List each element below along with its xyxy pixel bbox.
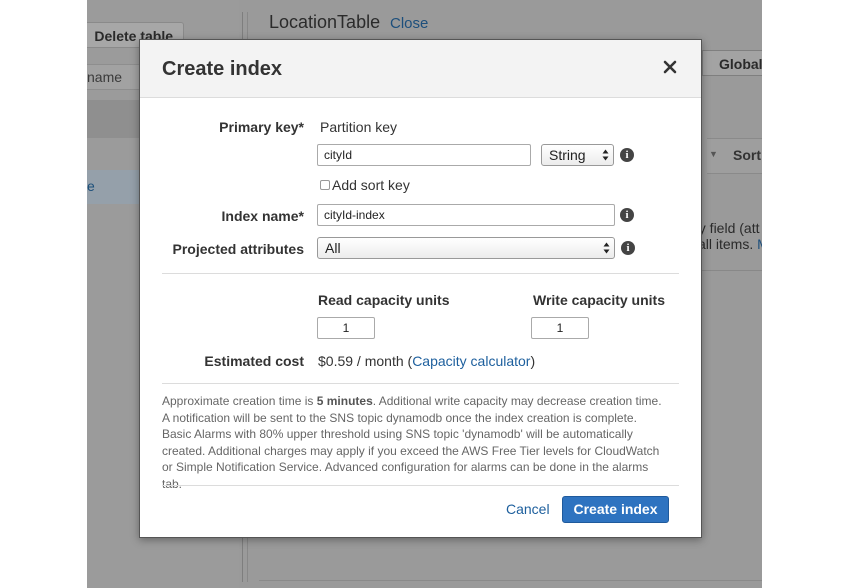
add-sort-key-label: Add sort key (332, 177, 410, 193)
key-type-value: String (549, 147, 586, 163)
create-index-button[interactable]: Create index (562, 496, 669, 523)
divider (259, 580, 762, 581)
sort-column-label: Sort (733, 147, 761, 163)
select-arrows-icon (603, 242, 610, 254)
table-title: LocationTable (269, 12, 381, 32)
partition-key-input[interactable] (317, 144, 531, 166)
partition-key-label: Partition key (320, 119, 398, 135)
dialog-title: Create index (162, 58, 283, 80)
projected-attributes-label: Projected attributes (172, 241, 304, 257)
empty-state-text: all items. M (698, 236, 762, 252)
info-icon[interactable]: i (620, 208, 634, 222)
divider (162, 485, 679, 486)
dialog-header: Create index (140, 40, 701, 98)
close-icon[interactable] (660, 57, 680, 77)
estimated-cost-label: Estimated cost (204, 353, 304, 369)
alarms-note-text: Basic Alarms with 80% upper threshold us… (162, 427, 660, 491)
projected-attributes-select[interactable]: All (317, 237, 615, 259)
empty-state-text-pre: all items. (698, 236, 754, 252)
create-index-dialog: Create index Primary key* Partition key … (139, 39, 702, 538)
filter-placeholder: name (87, 69, 123, 85)
add-sort-key-checkbox[interactable] (320, 180, 330, 190)
capacity-calculator-link[interactable]: Capacity calculator (412, 353, 530, 369)
chevron-down-icon: ▼ (709, 149, 718, 159)
note-text: Approximate creation time is (162, 394, 317, 408)
write-capacity-label: Write capacity units (533, 292, 666, 308)
divider (162, 273, 679, 274)
creation-info-note: Approximate creation time is 5 minutes. … (162, 393, 662, 492)
estimated-cost-amount: $0.59 / month (318, 353, 404, 369)
tab-global: Global (702, 50, 762, 76)
close-link: Close (390, 15, 429, 32)
read-capacity-label: Read capacity units (318, 292, 450, 308)
selected-table-name: e (87, 178, 95, 194)
projected-attributes-value: All (325, 240, 341, 256)
index-name-label: Index name* (221, 208, 304, 224)
divider (162, 383, 679, 384)
empty-state-link: M (757, 236, 762, 252)
note-creation-time: 5 minutes (316, 394, 373, 408)
cancel-button[interactable]: Cancel (506, 501, 550, 517)
select-arrows-icon (602, 149, 609, 161)
read-capacity-input[interactable]: 1 (317, 317, 375, 339)
sort-column-header: ▼ Sort (707, 138, 762, 174)
primary-key-label: Primary key* (219, 119, 304, 135)
info-icon[interactable]: i (620, 148, 634, 162)
index-name-input[interactable] (317, 204, 615, 226)
estimated-cost-value: $0.59 / month (Capacity calculator) (318, 353, 535, 369)
key-type-select[interactable]: String (541, 144, 614, 166)
write-capacity-input[interactable]: 1 (531, 317, 589, 339)
paren-close: ) (530, 353, 536, 369)
info-icon[interactable]: i (621, 241, 635, 255)
